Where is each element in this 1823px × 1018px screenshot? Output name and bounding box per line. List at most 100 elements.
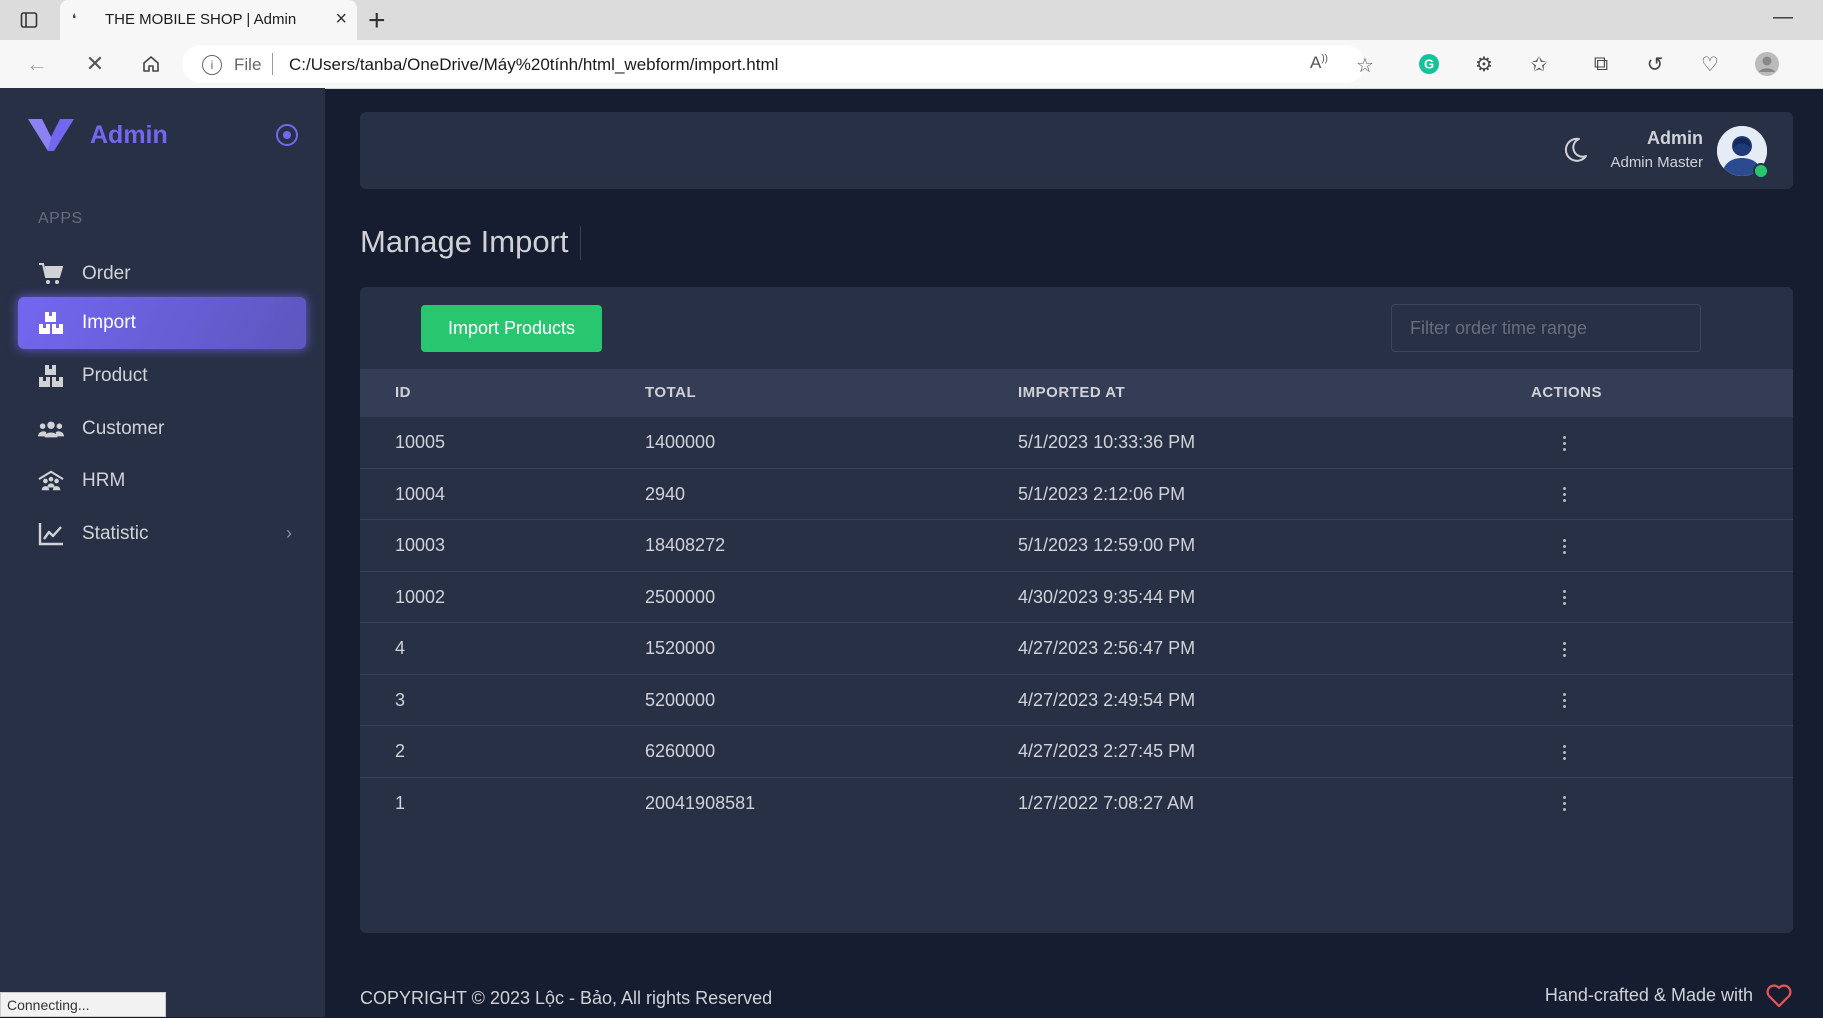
cell-imported-at: 4/27/2023 2:56:47 PM <box>1018 638 1196 658</box>
cell-imported-at: 5/1/2023 10:33:36 PM <box>1018 432 1196 452</box>
sidebar-item-import[interactable]: Import <box>18 297 306 349</box>
grammarly-icon[interactable]: G <box>1416 51 1442 77</box>
user-name[interactable]: Admin <box>1647 128 1703 149</box>
sidebar-item-statistic[interactable]: Statistic › <box>18 508 306 560</box>
top-navbar: Admin Admin Master <box>360 112 1793 189</box>
more-vertical-icon[interactable] <box>1554 637 1574 661</box>
online-status-badge <box>1753 163 1769 179</box>
more-vertical-icon[interactable] <box>1554 431 1574 455</box>
close-tab-icon[interactable]: × <box>335 8 347 31</box>
favorites-icon[interactable]: ✩ <box>1526 51 1552 77</box>
date-range-filter-input[interactable] <box>1391 304 1701 352</box>
cell-imported-at: 5/1/2023 12:59:00 PM <box>1018 535 1196 555</box>
tab-title: THE MOBILE SHOP | Admin <box>105 11 297 28</box>
more-vertical-icon[interactable] <box>1554 483 1574 507</box>
page-title: Manage Import <box>360 224 569 259</box>
cell-id: 10004 <box>395 483 446 504</box>
more-vertical-icon[interactable] <box>1554 792 1574 816</box>
cell-imported-at: 4/30/2023 9:35:44 PM <box>1018 586 1196 607</box>
browser-tab[interactable]: ❛ THE MOBILE SHOP | Admin × <box>60 0 357 40</box>
collapse-toggle-icon[interactable] <box>276 124 298 146</box>
user-role: Admin Master <box>1610 154 1703 171</box>
table-row: 10003 18408272 5/1/2023 12:59:00 PM <box>360 520 1793 572</box>
extensions-icon[interactable]: ⚙ <box>1471 51 1497 77</box>
more-vertical-icon[interactable] <box>1554 534 1574 558</box>
tab-actions-icon[interactable] <box>18 9 40 31</box>
back-icon[interactable]: ← <box>24 51 50 77</box>
read-aloud-icon[interactable]: A)) <box>1310 53 1328 73</box>
section-label: APPS <box>38 210 83 227</box>
cell-total: 1400000 <box>645 432 716 452</box>
brand-logo-icon <box>28 119 74 151</box>
loading-icon: ❛ <box>72 11 77 26</box>
column-header-imported-at: IMPORTED AT <box>1018 384 1126 401</box>
url-scheme-label: File <box>234 55 262 74</box>
column-header-total: TOTAL <box>645 384 697 401</box>
url-text[interactable]: C:/Users/tanba/OneDrive/Máy%20tính/html_… <box>289 55 778 75</box>
minimize-window-icon[interactable]: — <box>1773 6 1793 29</box>
new-tab-icon[interactable]: + <box>368 4 386 38</box>
sidebar-item-label: Import <box>82 312 136 333</box>
cell-id: 10003 <box>395 535 446 555</box>
browser-tab-bar: ❛ THE MOBILE SHOP | Admin × + — <box>0 0 1823 40</box>
sidebar-item-label: Customer <box>82 418 165 439</box>
info-icon[interactable]: i <box>202 55 222 75</box>
brand-name: Admin <box>90 120 168 149</box>
sidebar-item-order[interactable]: Order <box>18 248 306 300</box>
cell-total: 20041908581 <box>645 792 756 813</box>
more-vertical-icon[interactable] <box>1554 689 1574 713</box>
boxes-icon <box>38 310 64 336</box>
heart-icon <box>1766 984 1792 1013</box>
stop-loading-icon[interactable]: ✕ <box>82 51 108 77</box>
browser-essentials-icon[interactable]: ♡ <box>1697 51 1723 77</box>
cell-imported-at: 1/27/2022 7:08:27 AM <box>1018 792 1195 813</box>
sidebar-item-label: Statistic <box>82 523 149 544</box>
cell-total: 2940 <box>645 483 686 504</box>
cell-total: 18408272 <box>645 535 726 555</box>
sidebar-item-label: HRM <box>82 470 126 491</box>
collections-icon[interactable]: ⧉ <box>1588 51 1614 77</box>
more-vertical-icon[interactable] <box>1554 586 1574 610</box>
title-divider <box>580 226 581 260</box>
cell-total: 5200000 <box>645 689 716 710</box>
people-roof-icon <box>38 468 64 494</box>
sidebar: Admin APPS Order Import Product Customer… <box>0 88 325 1017</box>
more-vertical-icon[interactable] <box>1554 740 1574 764</box>
add-favorite-icon[interactable]: ☆ <box>1356 53 1374 78</box>
browser-address-bar: ← ✕ i File C:/Users/tanba/OneDrive/Máy%2… <box>0 40 1823 89</box>
history-icon[interactable]: ↺ <box>1642 51 1668 77</box>
home-icon[interactable] <box>138 51 164 77</box>
sidebar-item-label: Order <box>82 263 131 284</box>
table-row: 3 5200000 4/27/2023 2:49:54 PM <box>360 675 1793 726</box>
table-row: 10005 1400000 5/1/2023 10:33:36 PM <box>360 417 1793 469</box>
sidebar-item-product[interactable]: Product <box>18 350 306 402</box>
cell-id: 2 <box>395 741 406 761</box>
footer-made-with: Hand-crafted & Made with <box>1544 985 1753 1005</box>
sidebar-item-hrm[interactable]: HRM <box>18 455 306 507</box>
url-divider <box>272 53 273 75</box>
brand[interactable]: Admin <box>28 118 168 152</box>
chevron-right-icon: › <box>286 523 292 543</box>
table-row: 4 1520000 4/27/2023 2:56:47 PM <box>360 623 1793 675</box>
url-field[interactable]: i File C:/Users/tanba/OneDrive/Máy%20tín… <box>182 45 1374 83</box>
cell-id: 3 <box>395 689 406 710</box>
cell-id: 4 <box>395 638 406 658</box>
profile-icon[interactable] <box>1754 51 1780 77</box>
table-row: 2 6260000 4/27/2023 2:27:45 PM <box>360 726 1793 778</box>
sidebar-item-customer[interactable]: Customer <box>18 403 306 455</box>
cell-imported-at: 5/1/2023 2:12:06 PM <box>1018 483 1186 504</box>
import-card: Import Products ID TOTAL IMPORTED AT ACT… <box>360 287 1793 933</box>
cell-imported-at: 4/27/2023 2:49:54 PM <box>1018 689 1196 710</box>
import-products-button[interactable]: Import Products <box>421 305 602 352</box>
boxes-icon <box>38 363 64 389</box>
cell-total: 6260000 <box>645 741 716 761</box>
cell-imported-at: 4/27/2023 2:27:45 PM <box>1018 741 1196 761</box>
cell-id: 10002 <box>395 586 446 607</box>
sidebar-item-label: Product <box>82 365 148 386</box>
footer-copyright: COPYRIGHT © 2023 Lộc - Bảo, All rights R… <box>360 988 773 1008</box>
moon-icon[interactable] <box>1564 137 1588 168</box>
column-header-actions: ACTIONS <box>1531 384 1602 401</box>
cell-id: 1 <box>395 792 406 813</box>
table-row: 1 20041908581 1/27/2022 7:08:27 AM <box>360 778 1793 830</box>
chart-line-icon <box>38 521 64 547</box>
